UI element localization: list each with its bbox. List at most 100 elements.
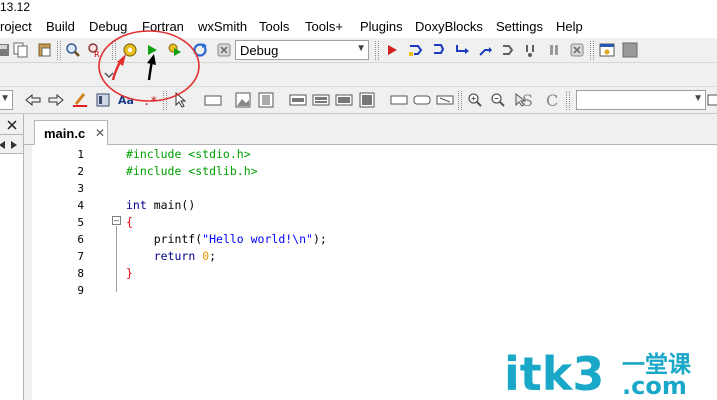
stop-debugger-icon[interactable] <box>568 41 586 59</box>
arrow-right-icon[interactable] <box>47 91 65 109</box>
paste-icon[interactable] <box>36 41 54 59</box>
widget-spacer-icon[interactable] <box>390 91 408 109</box>
replace-icon[interactable]: R <box>86 41 104 59</box>
code-line[interactable]: } <box>126 265 133 282</box>
build-gear-icon[interactable] <box>121 41 139 59</box>
step-into-instruction-icon[interactable] <box>522 41 540 59</box>
widget-gridsizer-icon[interactable] <box>335 91 353 109</box>
layout-icon[interactable] <box>94 91 112 109</box>
step-out-icon[interactable] <box>476 41 494 59</box>
zoom-in-icon[interactable] <box>466 91 484 109</box>
line-number: 4 <box>77 199 84 212</box>
pause-icon[interactable] <box>545 41 563 59</box>
project-tree[interactable] <box>0 154 24 400</box>
chevron-down-icon[interactable] <box>100 66 118 84</box>
widget-boxsizer-icon[interactable] <box>312 91 330 109</box>
toolbar-grip[interactable] <box>590 41 594 60</box>
step-into-icon[interactable] <box>453 41 471 59</box>
code-line[interactable]: int main() <box>126 197 195 214</box>
code-line[interactable]: { <box>126 214 133 231</box>
text-style-icon[interactable]: Aa <box>117 91 135 109</box>
style-c-icon[interactable]: C <box>543 91 561 109</box>
build-and-run-icon[interactable] <box>166 41 184 59</box>
widget-sizer-icon[interactable] <box>289 91 307 109</box>
tab-label: main.c <box>44 126 86 141</box>
toolbar-grip[interactable] <box>57 41 61 60</box>
menu-project[interactable]: roject <box>0 19 32 35</box>
rebuild-icon[interactable] <box>191 41 209 59</box>
zoom-out-icon[interactable] <box>489 91 507 109</box>
menu-tools[interactable]: Tools <box>259 19 289 35</box>
menu-tools-plus[interactable]: Tools+ <box>305 19 343 35</box>
checkbox[interactable] <box>706 92 717 108</box>
fold-line <box>116 279 117 292</box>
code-token: { <box>126 215 133 229</box>
menu-settings[interactable]: Settings <box>496 19 543 35</box>
widget-button-icon[interactable] <box>413 91 431 109</box>
svg-text:R: R <box>94 50 100 58</box>
regex-icon[interactable]: .* <box>140 91 158 109</box>
close-icon[interactable]: ✕ <box>95 126 105 140</box>
chevron-left-icon[interactable] <box>0 136 8 154</box>
title-bar: 13.12 <box>0 0 717 16</box>
copy-icon[interactable] <box>12 41 30 59</box>
debug-windows-icon[interactable] <box>598 41 616 59</box>
menu-bar: roject Build Debug Fortran wxSmith Tools… <box>0 16 717 38</box>
next-instruction-icon[interactable] <box>499 41 517 59</box>
menu-doxyblocks[interactable]: DoxyBlocks <box>415 19 483 35</box>
style-s-icon[interactable]: S <box>519 91 537 109</box>
menu-fortran[interactable]: Fortran <box>142 19 184 35</box>
highlight-pen-icon[interactable] <box>71 91 89 109</box>
pointer-icon[interactable] <box>172 91 190 109</box>
build-target-select[interactable]: Debug ▼ <box>235 40 369 60</box>
code-token: #include <stdlib.h> <box>126 164 258 178</box>
svg-text:C: C <box>546 92 558 108</box>
next-line-icon[interactable] <box>430 41 448 59</box>
menu-build[interactable]: Build <box>46 19 75 35</box>
toolbar-grip[interactable] <box>566 91 570 110</box>
chevron-right-icon[interactable] <box>8 136 20 154</box>
widget-panel-icon[interactable] <box>204 91 222 109</box>
widget-image-icon[interactable] <box>234 91 252 109</box>
widget-toggle-icon[interactable] <box>436 91 454 109</box>
code-line[interactable]: #include <stdlib.h> <box>126 163 258 180</box>
wxsmith-toolbar: ▼ Aa .* S C ▼ <box>0 87 717 114</box>
close-icon[interactable] <box>3 116 21 134</box>
widget-staticbox-icon[interactable] <box>358 91 376 109</box>
run-to-cursor-icon[interactable] <box>407 41 425 59</box>
menu-debug[interactable]: Debug <box>89 19 127 35</box>
toolbar-grip[interactable] <box>112 41 116 60</box>
chevron-down-icon: ▼ <box>0 93 10 104</box>
arrow-left-icon[interactable] <box>24 91 42 109</box>
tab-main-c[interactable]: main.c ✕ <box>34 120 108 146</box>
toolbar-grip[interactable] <box>163 91 167 110</box>
run-icon[interactable] <box>143 41 161 59</box>
code-token: int <box>126 198 147 212</box>
editor-tab-strip: main.c ✕ <box>24 114 717 146</box>
line-number: 3 <box>77 182 84 195</box>
widget-bitmap-icon[interactable] <box>257 91 275 109</box>
svg-text:.*: .* <box>143 94 157 108</box>
code-completion-select[interactable]: ▼ <box>576 90 706 110</box>
info-window-icon[interactable] <box>621 41 639 59</box>
toolbar-grip[interactable] <box>375 41 379 60</box>
menu-wxsmith[interactable]: wxSmith <box>198 19 247 35</box>
debug-start-icon[interactable] <box>383 41 401 59</box>
svg-text:S: S <box>522 92 533 108</box>
toolbar-grip[interactable] <box>458 91 462 110</box>
code-token: #include <stdio.h> <box>126 147 251 161</box>
fold-marker-icon[interactable]: – <box>112 216 121 225</box>
line-number: 2 <box>77 165 84 178</box>
management-panel <box>0 114 24 400</box>
code-line[interactable]: #include <stdio.h> <box>126 146 251 163</box>
menu-plugins[interactable]: Plugins <box>360 19 403 35</box>
scope-select[interactable]: ▼ <box>0 90 13 110</box>
code-line[interactable]: return 0; <box>126 248 216 265</box>
line-number: 7 <box>77 250 84 263</box>
save-icon[interactable] <box>0 41 12 59</box>
code-line[interactable]: printf("Hello world!\n"); <box>126 231 327 248</box>
main-toolbar: R Debug ▼ <box>0 38 717 63</box>
abort-icon[interactable] <box>215 41 233 59</box>
menu-help[interactable]: Help <box>556 19 583 35</box>
search-icon[interactable] <box>64 41 82 59</box>
